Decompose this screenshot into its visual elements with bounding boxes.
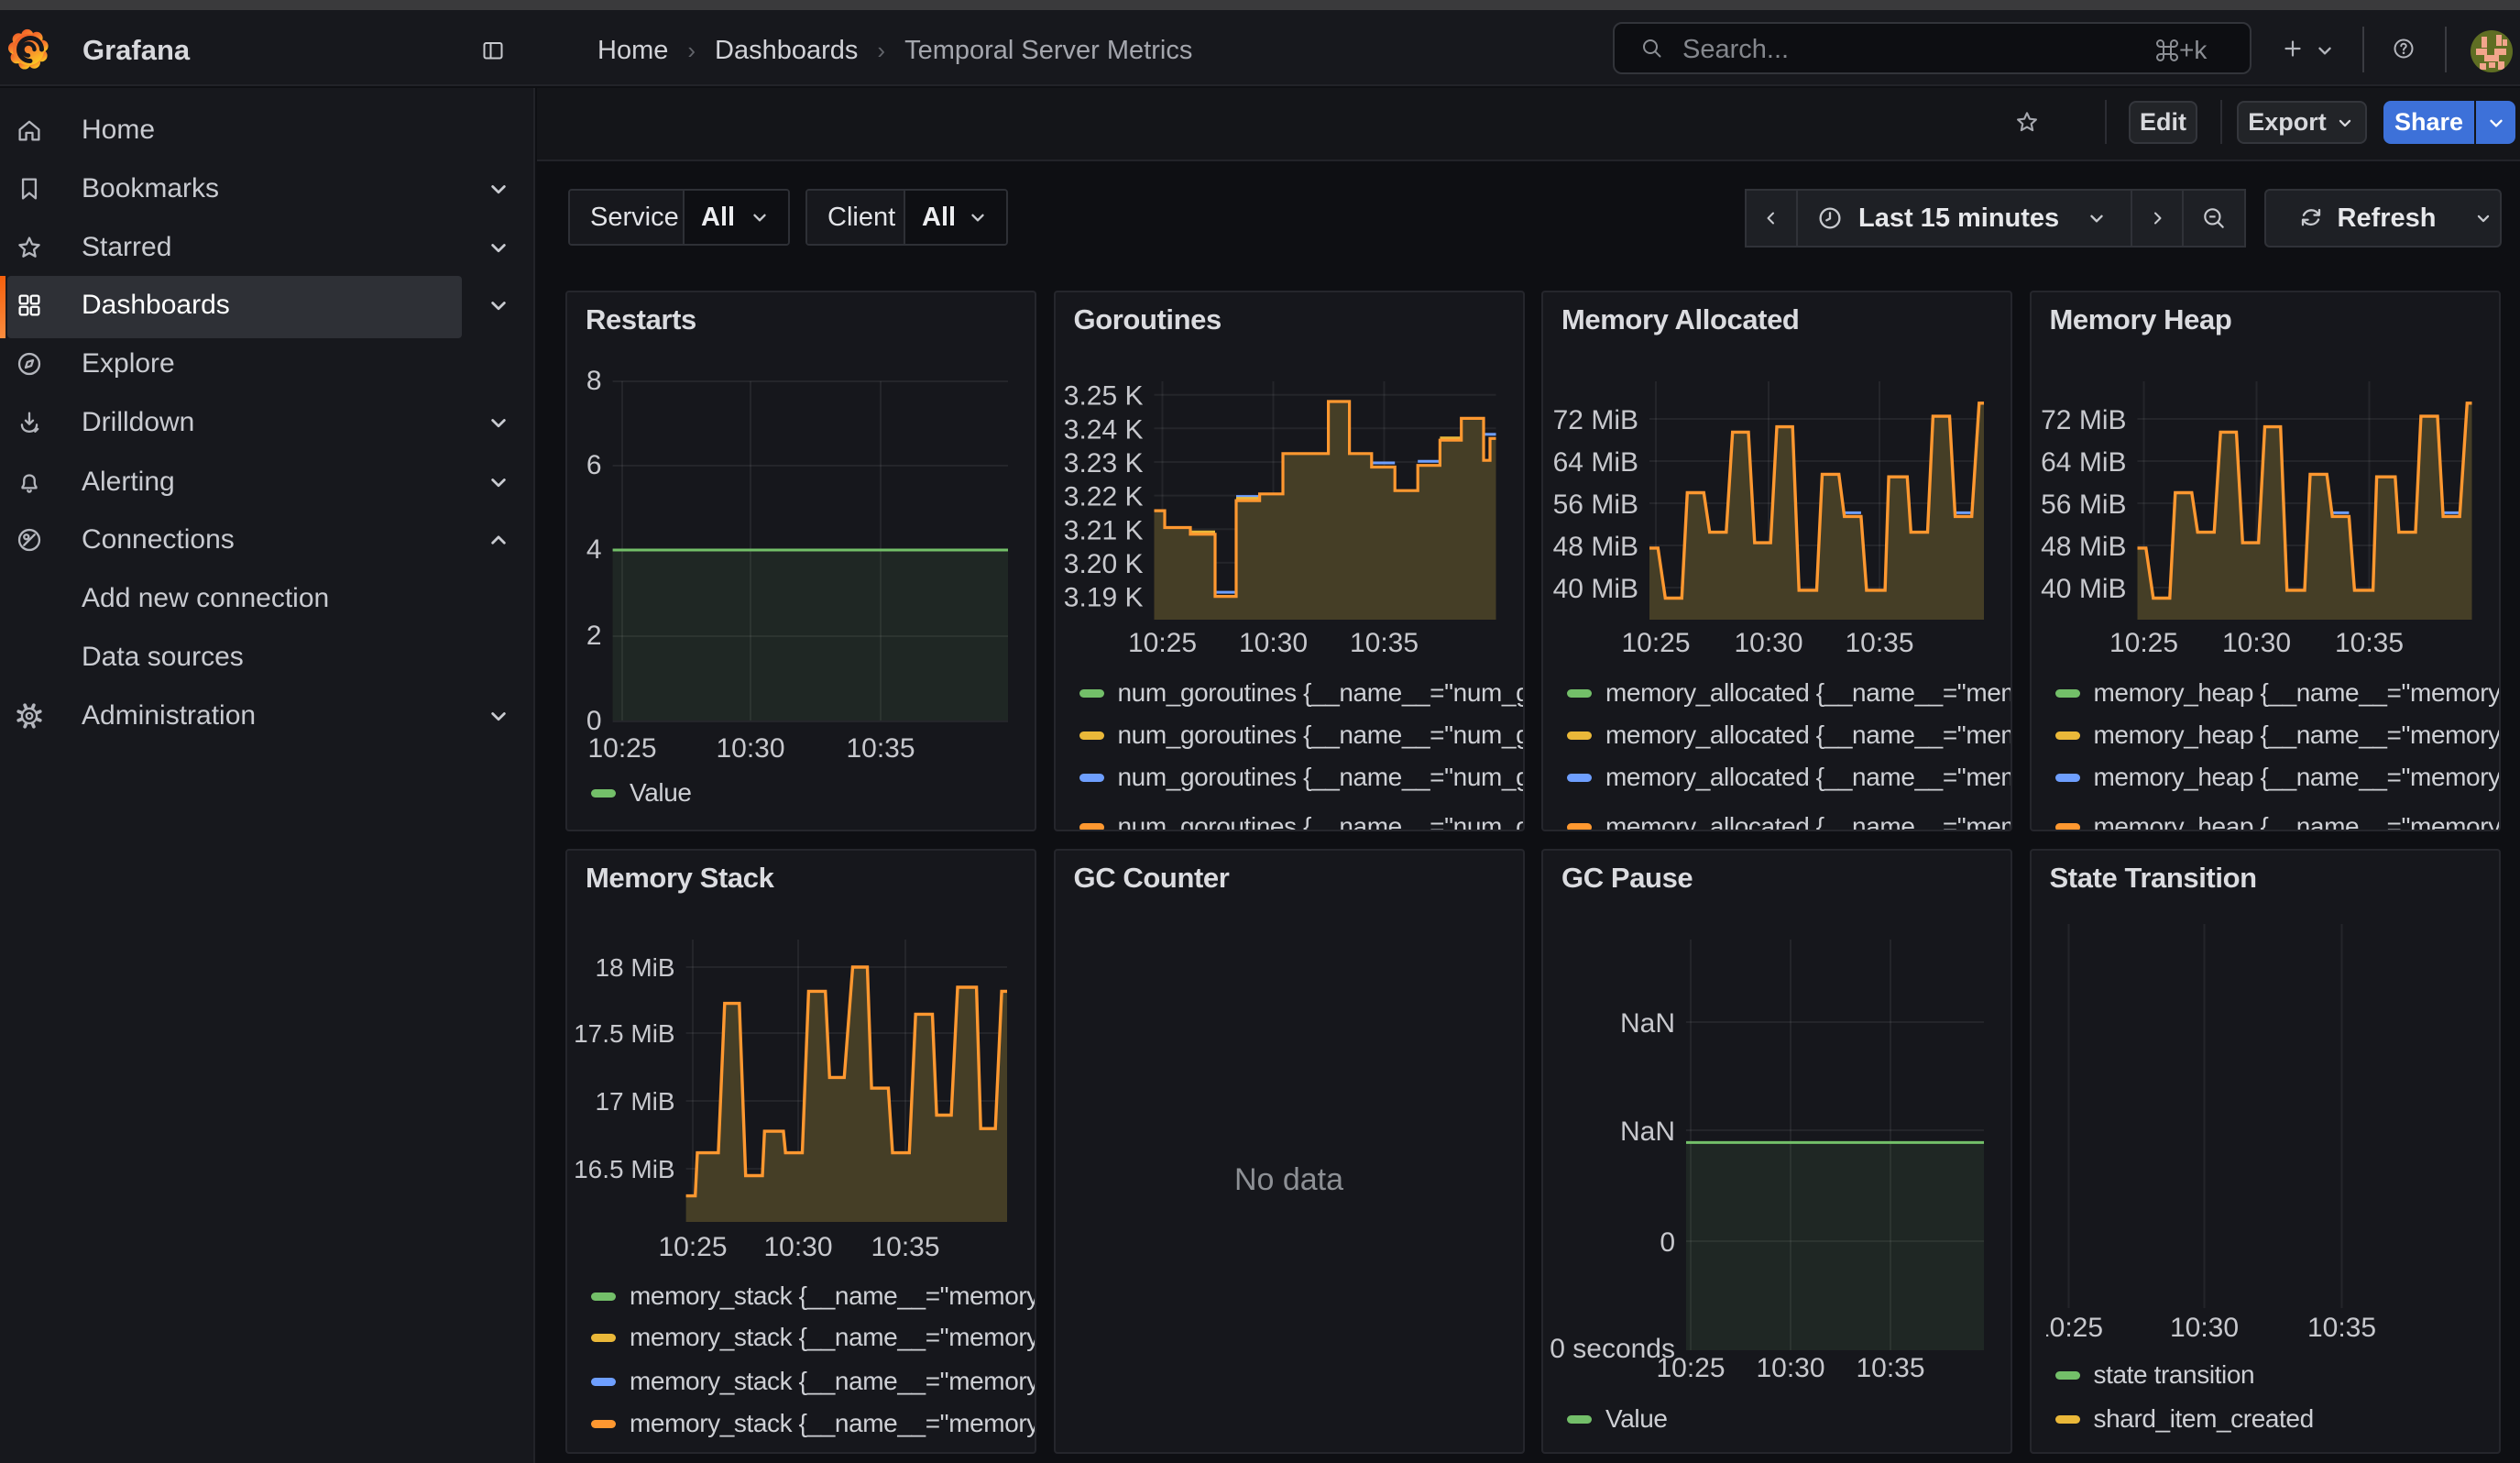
svg-text:10:25: 10:25 bbox=[1621, 628, 1690, 658]
svg-text:3.24 K: 3.24 K bbox=[1063, 414, 1143, 445]
svg-text:10:30: 10:30 bbox=[2221, 628, 2290, 658]
svg-text:3.25 K: 3.25 K bbox=[1063, 381, 1143, 412]
svg-text:10:35: 10:35 bbox=[2334, 628, 2403, 658]
svg-text:10:35: 10:35 bbox=[871, 1232, 939, 1262]
svg-text:3.22 K: 3.22 K bbox=[1063, 482, 1143, 512]
svg-text:10:30: 10:30 bbox=[1238, 628, 1307, 658]
svg-text:3.20 K: 3.20 K bbox=[1063, 549, 1143, 579]
svg-text:56 MiB: 56 MiB bbox=[1553, 490, 1638, 520]
svg-text:4: 4 bbox=[586, 534, 602, 565]
svg-text:16.5 MiB: 16.5 MiB bbox=[574, 1155, 675, 1183]
svg-text:72 MiB: 72 MiB bbox=[1553, 405, 1638, 435]
svg-text:17.5 MiB: 17.5 MiB bbox=[574, 1019, 675, 1048]
svg-text:10:25: 10:25 bbox=[658, 1232, 727, 1262]
svg-text:40 MiB: 40 MiB bbox=[2041, 574, 2126, 604]
svg-text:10:35: 10:35 bbox=[2306, 1313, 2375, 1343]
svg-text:10:25: 10:25 bbox=[1656, 1353, 1725, 1383]
svg-text:10:35: 10:35 bbox=[1845, 628, 1913, 658]
svg-text:0: 0 bbox=[1660, 1227, 1675, 1258]
svg-text:10:30: 10:30 bbox=[1734, 628, 1802, 658]
svg-text:6: 6 bbox=[586, 450, 602, 480]
svg-text:40 MiB: 40 MiB bbox=[1553, 574, 1638, 604]
svg-text:18 MiB: 18 MiB bbox=[595, 953, 674, 982]
svg-text:2: 2 bbox=[586, 621, 602, 651]
svg-text:10:35: 10:35 bbox=[846, 733, 915, 764]
svg-text:10:25: 10:25 bbox=[2033, 1313, 2102, 1343]
svg-text:8: 8 bbox=[586, 366, 602, 396]
svg-text:10:25: 10:25 bbox=[587, 733, 656, 764]
svg-text:10:35: 10:35 bbox=[1856, 1353, 1924, 1383]
svg-text:72 MiB: 72 MiB bbox=[2041, 405, 2126, 435]
svg-text:10:35: 10:35 bbox=[1349, 628, 1418, 658]
svg-text:48 MiB: 48 MiB bbox=[2041, 532, 2126, 562]
svg-text:48 MiB: 48 MiB bbox=[1553, 532, 1638, 562]
svg-text:3.21 K: 3.21 K bbox=[1063, 515, 1143, 545]
svg-text:64 MiB: 64 MiB bbox=[1553, 447, 1638, 478]
svg-text:10:30: 10:30 bbox=[2169, 1313, 2238, 1343]
svg-text:3.19 K: 3.19 K bbox=[1063, 583, 1143, 613]
svg-text:10:25: 10:25 bbox=[2109, 628, 2177, 658]
svg-text:17 MiB: 17 MiB bbox=[595, 1087, 674, 1116]
svg-text:3.23 K: 3.23 K bbox=[1063, 448, 1143, 478]
svg-text:0: 0 bbox=[586, 706, 602, 736]
svg-text:10:25: 10:25 bbox=[1127, 628, 1196, 658]
svg-text:10:30: 10:30 bbox=[1756, 1353, 1824, 1383]
svg-text:10:30: 10:30 bbox=[716, 733, 784, 764]
svg-text:NaN: NaN bbox=[1620, 1116, 1675, 1147]
svg-text:10:30: 10:30 bbox=[763, 1232, 832, 1262]
svg-text:56 MiB: 56 MiB bbox=[2041, 490, 2126, 520]
svg-text:64 MiB: 64 MiB bbox=[2041, 447, 2126, 478]
svg-text:NaN: NaN bbox=[1620, 1008, 1675, 1039]
